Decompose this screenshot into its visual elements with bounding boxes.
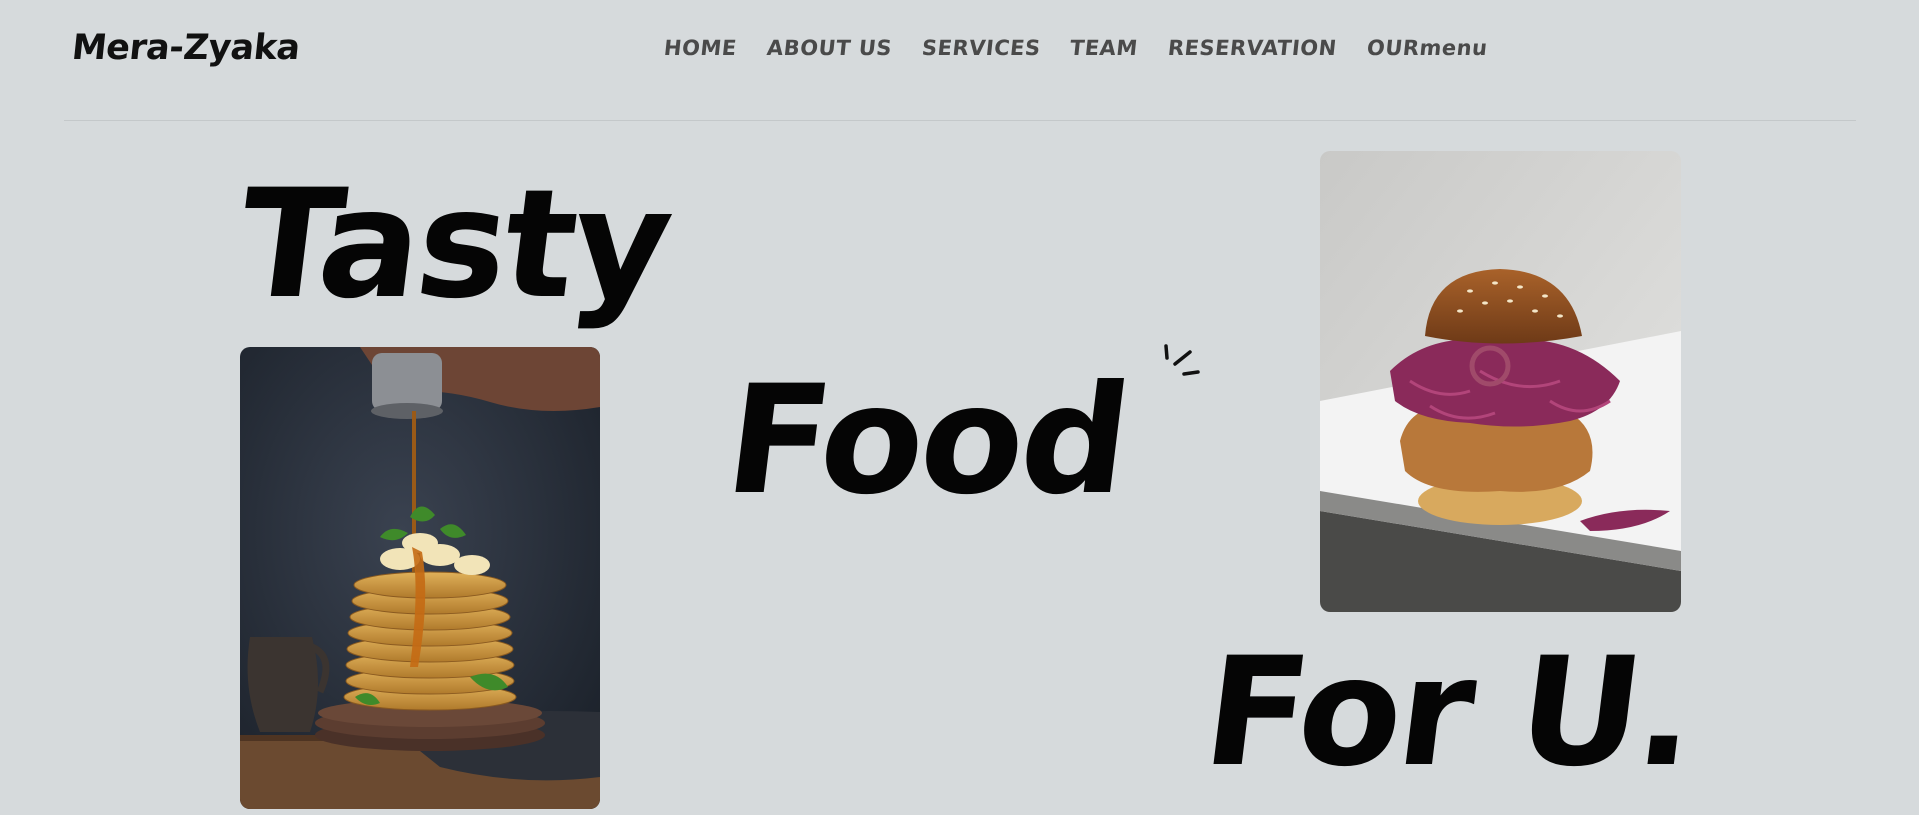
hero-word-tasty: Tasty (229, 158, 679, 332)
nav-team[interactable]: TEAM (1069, 36, 1139, 60)
header-divider (64, 120, 1856, 121)
brand-logo[interactable]: Mera-Zyaka (70, 28, 302, 68)
sparkle-icon (1164, 344, 1200, 376)
nav-about-us[interactable]: ABOUT US (765, 36, 893, 60)
nav-our-menu[interactable]: OURmenu (1365, 36, 1488, 60)
nav-home[interactable]: HOME (663, 36, 738, 60)
pancake-photo (240, 347, 600, 809)
nav-reservation[interactable]: RESERVATION (1167, 36, 1338, 60)
main-nav: HOME ABOUT US SERVICES TEAM RESERVATION … (663, 36, 1489, 60)
burger-photo (1320, 151, 1681, 612)
hero-word-food: Food (717, 354, 1137, 528)
page: Mera-Zyaka HOME ABOUT US SERVICES TEAM R… (0, 0, 1919, 815)
nav-services[interactable]: SERVICES (920, 36, 1041, 60)
hero-word-for-u: For U. (1195, 626, 1704, 800)
